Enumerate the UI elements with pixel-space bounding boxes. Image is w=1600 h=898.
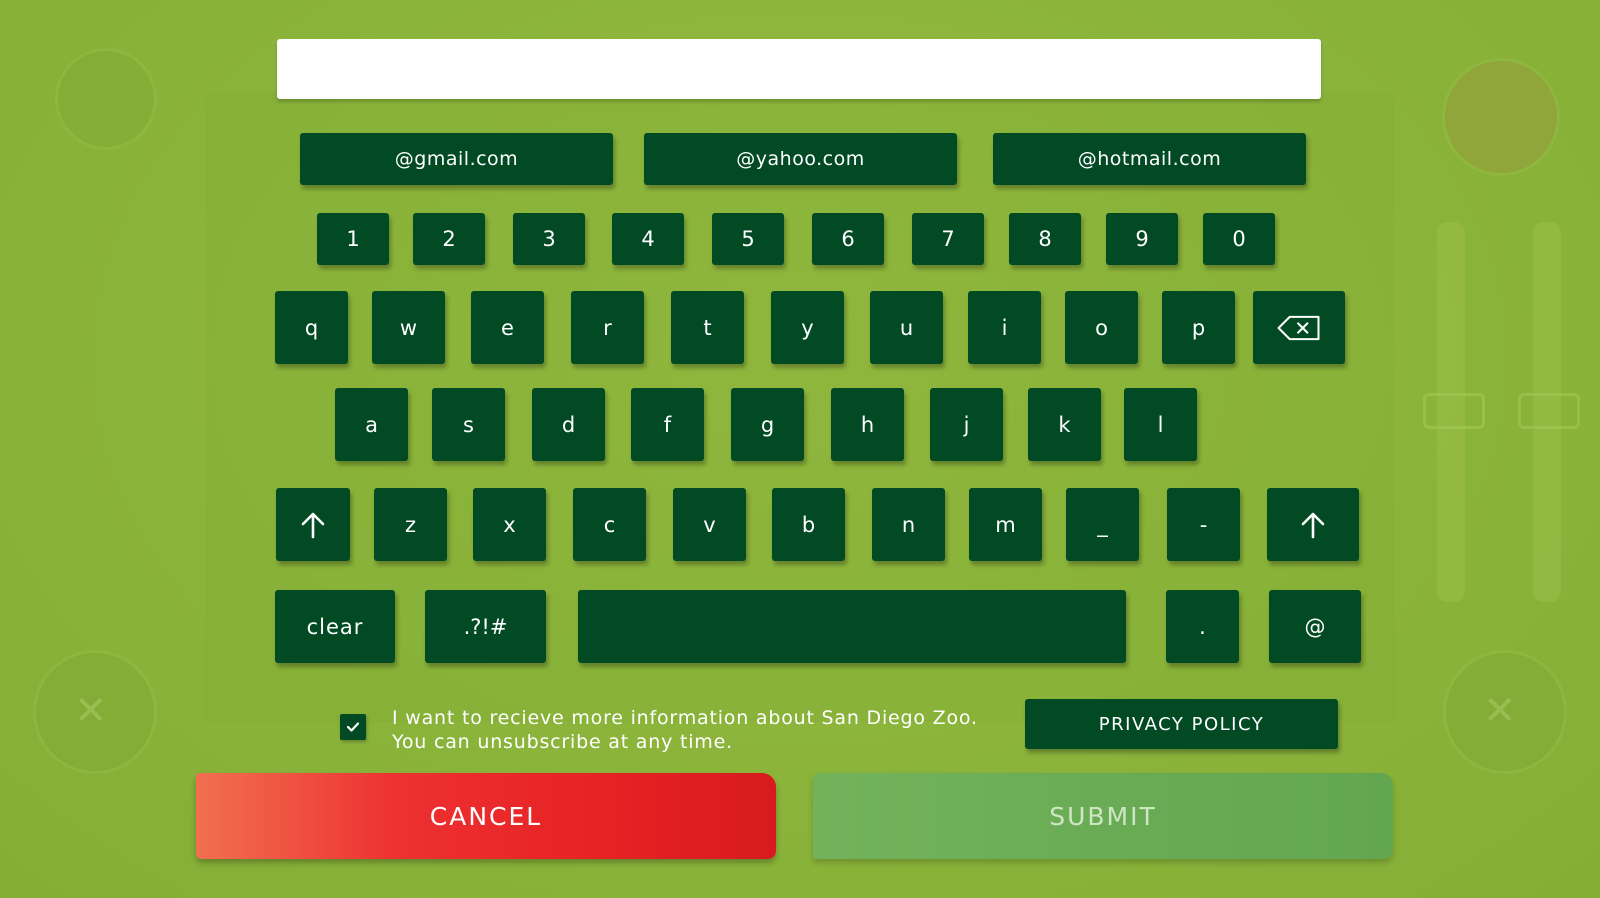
key-n[interactable]: n	[872, 488, 945, 561]
shift-arrow-icon	[1301, 512, 1325, 538]
email-input[interactable]	[277, 39, 1321, 99]
key-c[interactable]: c	[573, 488, 646, 561]
key-t[interactable]: t	[671, 291, 744, 364]
key-k[interactable]: k	[1028, 388, 1101, 461]
yahoo-domain-key[interactable]: @yahoo.com	[644, 133, 957, 185]
background-close-filters-icon: ✕	[1483, 688, 1517, 734]
space-key[interactable]	[578, 590, 1126, 663]
symbols-key[interactable]: .?!#	[425, 590, 546, 663]
key-7[interactable]: 7	[912, 213, 984, 265]
key-g[interactable]: g	[731, 388, 804, 461]
key-j[interactable]: j	[930, 388, 1003, 461]
key-hyphen[interactable]: -	[1167, 488, 1240, 561]
key-underscore[interactable]: _	[1066, 488, 1139, 561]
key-a[interactable]: a	[335, 388, 408, 461]
consent-line-2: You can unsubscribe at any time.	[392, 731, 733, 753]
background-left-circle	[55, 48, 157, 150]
key-period[interactable]: .	[1166, 590, 1239, 663]
cancel-button[interactable]: CANCEL	[196, 773, 776, 859]
key-o[interactable]: o	[1065, 291, 1138, 364]
key-5[interactable]: 5	[712, 213, 784, 265]
key-h[interactable]: h	[831, 388, 904, 461]
key-s[interactable]: s	[432, 388, 505, 461]
key-v[interactable]: v	[673, 488, 746, 561]
key-b[interactable]: b	[772, 488, 845, 561]
key-1[interactable]: 1	[317, 213, 389, 265]
shift-left-key[interactable]	[276, 488, 350, 561]
key-x[interactable]: x	[473, 488, 546, 561]
clear-key[interactable]: clear	[275, 590, 395, 663]
submit-button[interactable]: SUBMIT	[813, 773, 1393, 859]
key-w[interactable]: w	[372, 291, 445, 364]
key-d[interactable]: d	[532, 388, 605, 461]
consent-line-1: I want to recieve more information about…	[392, 707, 978, 729]
consent-text: I want to recieve more information about…	[392, 706, 992, 754]
key-0[interactable]: 0	[1203, 213, 1275, 265]
key-q[interactable]: q	[275, 291, 348, 364]
key-p[interactable]: p	[1162, 291, 1235, 364]
background-close-objects-icon: ✕	[74, 688, 108, 734]
key-y[interactable]: y	[771, 291, 844, 364]
shift-arrow-icon	[301, 512, 325, 538]
background-right-circle	[1442, 58, 1560, 176]
key-z[interactable]: z	[374, 488, 447, 561]
background-slider-knob-2	[1518, 393, 1580, 429]
key-at[interactable]: @	[1269, 590, 1361, 663]
key-i[interactable]: i	[968, 291, 1041, 364]
key-u[interactable]: u	[870, 291, 943, 364]
gmail-domain-key[interactable]: @gmail.com	[300, 133, 613, 185]
key-l[interactable]: l	[1124, 388, 1197, 461]
newsletter-checkbox[interactable]	[340, 714, 366, 740]
key-f[interactable]: f	[631, 388, 704, 461]
backspace-key[interactable]	[1253, 291, 1345, 364]
hotmail-domain-key[interactable]: @hotmail.com	[993, 133, 1306, 185]
privacy-policy-button[interactable]: PRIVACY POLICY	[1025, 699, 1338, 749]
key-3[interactable]: 3	[513, 213, 585, 265]
key-6[interactable]: 6	[812, 213, 884, 265]
check-icon	[346, 722, 360, 732]
key-9[interactable]: 9	[1106, 213, 1178, 265]
key-8[interactable]: 8	[1009, 213, 1081, 265]
key-m[interactable]: m	[969, 488, 1042, 561]
key-2[interactable]: 2	[413, 213, 485, 265]
backspace-icon	[1277, 315, 1320, 340]
key-e[interactable]: e	[471, 291, 544, 364]
shift-right-key[interactable]	[1267, 488, 1359, 561]
background-slider-knob-1	[1423, 393, 1485, 429]
key-4[interactable]: 4	[612, 213, 684, 265]
key-r[interactable]: r	[571, 291, 644, 364]
